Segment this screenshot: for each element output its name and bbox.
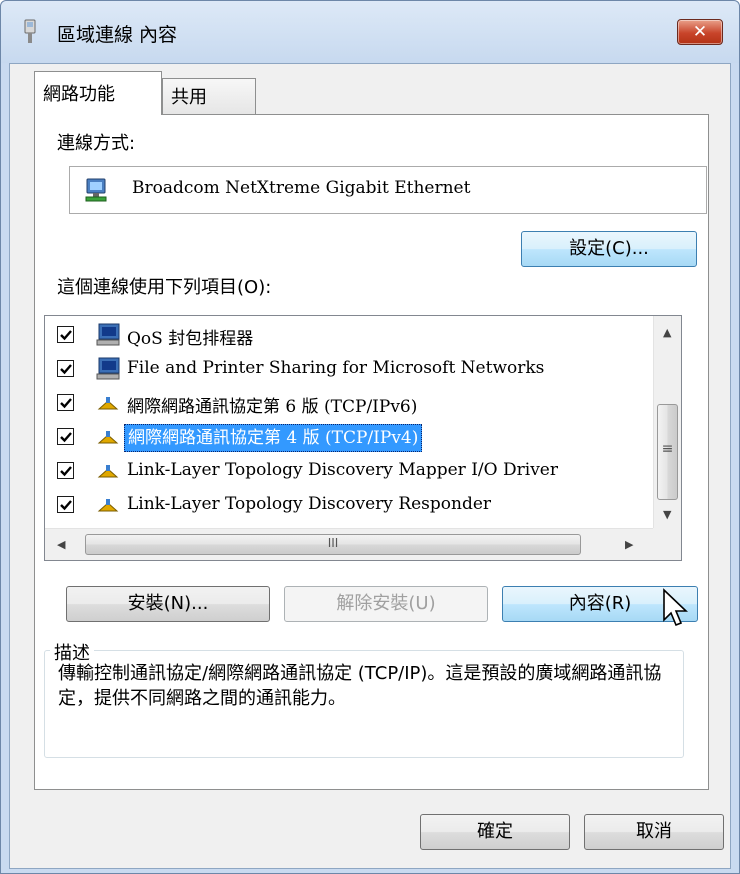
horizontal-scroll-thumb[interactable]: III — [85, 534, 581, 555]
list-item[interactable]: File and Printer Sharing for Microsoft N… — [45, 352, 653, 386]
cancel-button[interactable]: 取消 — [584, 814, 724, 850]
item-checkbox[interactable] — [57, 496, 74, 513]
item-checkbox[interactable] — [57, 428, 74, 445]
configure-button[interactable]: 設定(C)... — [521, 231, 697, 267]
item-label: QoS 封包排程器 — [127, 329, 254, 349]
mouse-cursor-icon — [663, 588, 688, 627]
item-label: Link-Layer Topology Discovery Responder — [127, 494, 492, 514]
scroll-left-arrow-icon[interactable]: ◀ — [57, 538, 65, 551]
list-item[interactable]: Link-Layer Topology Discovery Responder — [45, 488, 653, 522]
horizontal-scrollbar[interactable]: ◀ III ▶ — [45, 528, 653, 560]
items-label: 這個連線使用下列項目(O): — [57, 277, 272, 298]
list-item[interactable]: 網際網路通訊協定第 6 版 (TCP/IPv6) — [45, 386, 653, 420]
network-adapter-icon — [24, 19, 36, 43]
item-checkbox[interactable] — [57, 326, 74, 343]
properties-window: 區域連線 內容 ✕ 網路功能 共用 連線方式: Broadcom NetXtre… — [0, 0, 740, 874]
title-bar[interactable]: 區域連線 內容 ✕ — [1, 1, 739, 63]
items-list[interactable]: QoS 封包排程器 File and Printer Sharing for M… — [44, 315, 682, 561]
item-checkbox[interactable] — [57, 394, 74, 411]
scroll-right-arrow-icon[interactable]: ▶ — [625, 538, 633, 551]
computer-icon — [96, 357, 120, 380]
protocol-icon — [97, 431, 119, 444]
scroll-up-arrow-icon[interactable]: ▲ — [663, 326, 671, 339]
vertical-scrollbar[interactable]: ▲ ≡ ▼ — [653, 316, 681, 528]
protocol-icon — [97, 499, 119, 512]
vertical-grip-icon: ≡ — [661, 441, 674, 457]
item-label: 網際網路通訊協定第 4 版 (TCP/IPv4) — [124, 424, 423, 452]
dialog-client: 網路功能 共用 連線方式: Broadcom NetXtreme Gigabit… — [9, 63, 731, 869]
tab-networking[interactable]: 網路功能 — [34, 71, 162, 115]
scroll-down-arrow-icon[interactable]: ▼ — [663, 508, 671, 521]
computer-icon — [96, 323, 120, 346]
scrollbar-corner — [653, 528, 681, 560]
list-item-selected[interactable]: 網際網路通訊協定第 4 版 (TCP/IPv4) — [45, 420, 653, 454]
list-item[interactable]: QoS 封包排程器 — [45, 318, 653, 352]
item-label: File and Printer Sharing for Microsoft N… — [127, 358, 545, 378]
tab-sharing[interactable]: 共用 — [162, 78, 256, 114]
list-item[interactable]: Link-Layer Topology Discovery Mapper I/O… — [45, 454, 653, 488]
uninstall-button[interactable]: 解除安裝(U) — [284, 586, 488, 622]
close-button[interactable]: ✕ — [677, 19, 723, 45]
network-card-icon — [85, 178, 107, 202]
adapter-name: Broadcom NetXtreme Gigabit Ethernet — [132, 178, 471, 198]
item-checkbox[interactable] — [57, 462, 74, 479]
protocol-icon — [97, 397, 119, 410]
ok-button[interactable]: 確定 — [420, 814, 570, 850]
description-text: 傳輸控制通訊協定/網際網路通訊協定 (TCP/IP)。這是預設的廣域網路通訊協定… — [58, 663, 662, 709]
item-checkbox[interactable] — [57, 360, 74, 377]
connect-using-label: 連線方式: — [57, 133, 136, 154]
protocol-icon — [97, 465, 119, 478]
vertical-scroll-thumb[interactable]: ≡ — [657, 404, 678, 500]
item-label: Link-Layer Topology Discovery Mapper I/O… — [127, 460, 558, 480]
adapter-field: Broadcom NetXtreme Gigabit Ethernet — [69, 166, 707, 214]
install-button[interactable]: 安裝(N)... — [66, 586, 270, 622]
window-title: 區域連線 內容 — [57, 24, 178, 46]
item-label: 網際網路通訊協定第 6 版 (TCP/IPv6) — [127, 397, 418, 417]
